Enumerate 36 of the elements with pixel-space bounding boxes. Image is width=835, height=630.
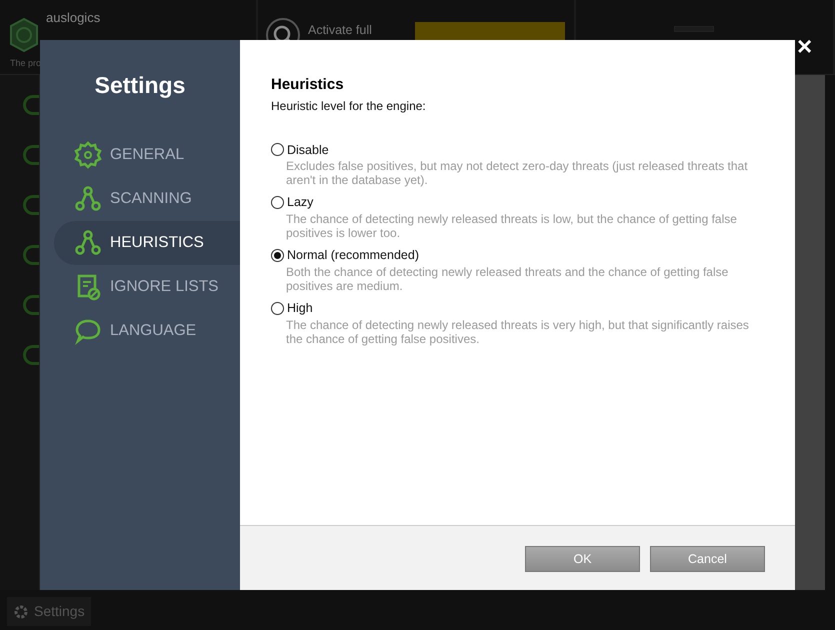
settings-nav-item[interactable]: SCANNING bbox=[54, 176, 240, 220]
close-button[interactable]: × bbox=[797, 33, 812, 59]
nav-label: SCANNING bbox=[110, 188, 192, 209]
radio-button[interactable] bbox=[271, 302, 284, 315]
section-title: Heuristics bbox=[271, 75, 345, 95]
option-label[interactable]: Lazy bbox=[287, 193, 314, 212]
option-description: Excludes false positives, but may not detect zero-day threats (just released threats that aren't in the database yet). bbox=[285, 159, 749, 188]
dialog-title: Settings bbox=[94, 71, 186, 100]
nav-label: HEURISTICS bbox=[110, 232, 204, 253]
settings-button[interactable]: Settings bbox=[7, 597, 91, 626]
settings-nav-item[interactable]: IGNORE LISTS bbox=[54, 264, 240, 308]
nodes-icon bbox=[74, 184, 102, 212]
gear-icon bbox=[13, 604, 29, 620]
option-description: The chance of detecting newly released threats is very high, but that significantly raises the chance of getting false positives. bbox=[285, 318, 750, 346]
nav-label: IGNORE LISTS bbox=[110, 276, 219, 297]
option-label[interactable]: Disable bbox=[287, 140, 329, 160]
option-label[interactable]: High bbox=[287, 298, 313, 318]
nav-label: LANGUAGE bbox=[110, 320, 196, 341]
radio-button[interactable] bbox=[271, 143, 284, 156]
activate-text: Activate full bbox=[308, 22, 372, 39]
shield-logo-icon bbox=[10, 18, 38, 52]
gear-icon bbox=[74, 140, 102, 168]
nav-label: GENERAL bbox=[110, 144, 184, 165]
dialog-button[interactable]: OK bbox=[525, 546, 640, 572]
brand-name: auslogics bbox=[46, 9, 100, 27]
settings-nav-item[interactable]: LANGUAGE bbox=[54, 308, 240, 352]
dialog-button[interactable]: Cancel bbox=[650, 546, 765, 572]
option-description: Both the chance of detecting newly released threats and the chance of getting false positives are medium. bbox=[285, 264, 730, 293]
section-subtitle: Heuristic level for the engine: bbox=[271, 98, 427, 114]
nodes-icon bbox=[74, 228, 102, 256]
radio-button[interactable] bbox=[271, 248, 284, 262]
option-description: The chance of detecting newly released threats is low, but the chance of getting false positives is lower too. bbox=[285, 212, 738, 240]
settings-nav-item[interactable]: GENERAL bbox=[54, 132, 240, 176]
radio-button[interactable] bbox=[271, 196, 284, 210]
option-label[interactable]: Normal (recommended) bbox=[287, 246, 419, 265]
settings-nav-item[interactable]: HEURISTICS bbox=[54, 220, 240, 264]
